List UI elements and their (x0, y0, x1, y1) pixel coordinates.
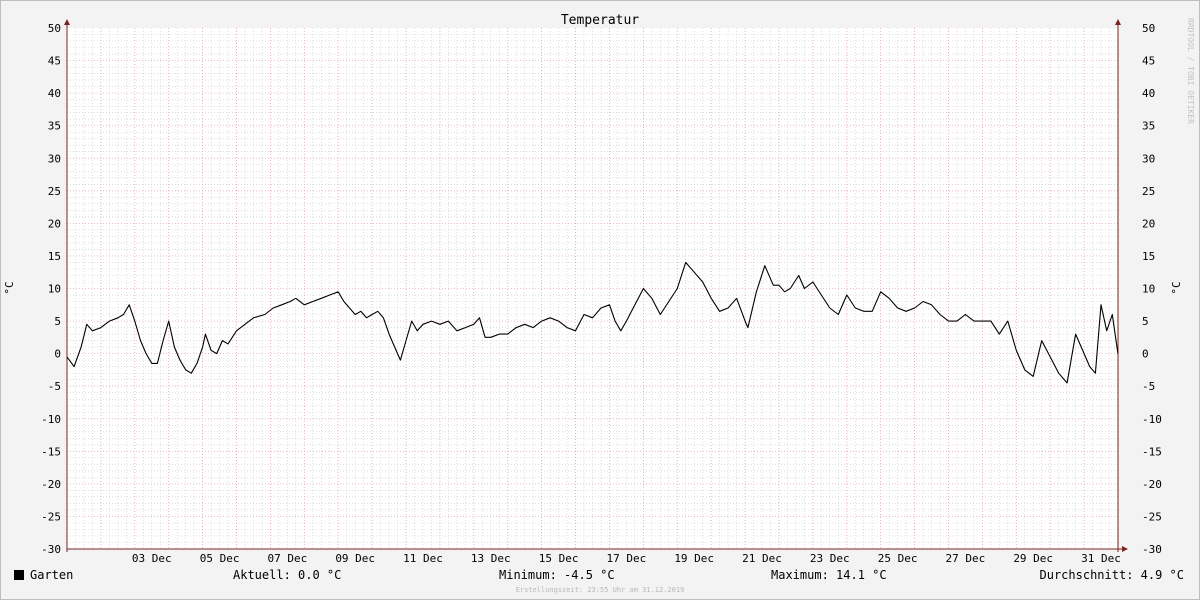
y-tick-label: 15 (48, 250, 61, 263)
y-tick-label: 25 (1142, 185, 1155, 198)
x-tick-label: 31 Dec (1081, 552, 1121, 565)
y-tick-label: 35 (1142, 120, 1155, 133)
y-axis-label-right: °C (1170, 281, 1183, 294)
y-tick-label: -10 (1142, 413, 1162, 426)
y-tick-label: 25 (48, 185, 61, 198)
y-tick-label: -5 (48, 380, 61, 393)
chart-title: Temperatur (561, 13, 639, 28)
y-tick-label: 5 (1142, 315, 1149, 328)
y-tick-label: 0 (54, 348, 61, 361)
y-tick-label: -30 (41, 543, 61, 556)
y-tick-label: -15 (1142, 445, 1162, 458)
y-tick-label: 15 (1142, 250, 1155, 263)
y-tick-label: 50 (48, 22, 61, 35)
y-tick-label: 30 (1142, 152, 1155, 165)
legend-series-label: Garten (30, 568, 73, 582)
y-tick-label: -10 (41, 413, 61, 426)
x-tick-label: 25 Dec (878, 552, 918, 565)
legend-current: Aktuell: 0.0 °C (233, 568, 341, 582)
y-tick-label: 30 (48, 152, 61, 165)
x-tick-label: 09 Dec (335, 552, 375, 565)
x-tick-label: 07 Dec (268, 552, 308, 565)
y-tick-label: -15 (41, 445, 61, 458)
y-tick-label: 50 (1142, 22, 1155, 35)
x-tick-label: 15 Dec (539, 552, 579, 565)
y-tick-label: 10 (48, 283, 61, 296)
temperature-chart: Temperatur °C °C 50454035302520151050-5-… (0, 0, 1200, 600)
x-tick-label: 13 Dec (471, 552, 511, 565)
y-tick-label: 5 (54, 315, 61, 328)
x-tick-label: 21 Dec (742, 552, 782, 565)
x-tick-label: 11 Dec (403, 552, 443, 565)
legend-average: Durchschnitt: 4.9 °C (1040, 568, 1185, 582)
y-tick-label: 20 (48, 217, 61, 230)
y-tick-label: -5 (1142, 380, 1155, 393)
x-tick-labels: 03 Dec 05 Dec 07 Dec 09 Dec 11 Dec 13 Dec 15 D… (132, 552, 1121, 565)
y-axis-label-left: °C (3, 281, 16, 294)
y-tick-label: 45 (48, 55, 61, 68)
footer-timestamp: Erstellungszeit: 23:55 Uhr am 31.12.2019 (516, 586, 685, 594)
y-tick-label: 45 (1142, 55, 1155, 68)
x-tick-label: 05 Dec (200, 552, 240, 565)
x-tick-label: 03 Dec (132, 552, 172, 565)
watermark: RRDTOOL / TOBI OETIKER (1186, 18, 1195, 124)
legend-swatch-garten (14, 570, 24, 580)
y-tick-label: 20 (1142, 217, 1155, 230)
x-tick-label: 29 Dec (1013, 552, 1053, 565)
y-tick-label: -20 (1142, 478, 1162, 491)
y-tick-label: -20 (41, 478, 61, 491)
y-tick-label: 10 (1142, 283, 1155, 296)
y-tick-label: -25 (1142, 510, 1162, 523)
y-tick-label: 40 (1142, 87, 1155, 100)
y-tick-label: -25 (41, 510, 61, 523)
y-tick-label: -30 (1142, 543, 1162, 556)
x-tick-label: 23 Dec (810, 552, 850, 565)
legend-minimum: Minimum: -4.5 °C (499, 568, 615, 582)
legend-maximum: Maximum: 14.1 °C (771, 568, 887, 582)
y-tick-label: 35 (48, 120, 61, 133)
x-tick-label: 19 Dec (674, 552, 714, 565)
y-tick-label: 40 (48, 87, 61, 100)
y-tick-label: 0 (1142, 348, 1149, 361)
x-tick-label: 27 Dec (946, 552, 986, 565)
x-tick-label: 17 Dec (607, 552, 647, 565)
